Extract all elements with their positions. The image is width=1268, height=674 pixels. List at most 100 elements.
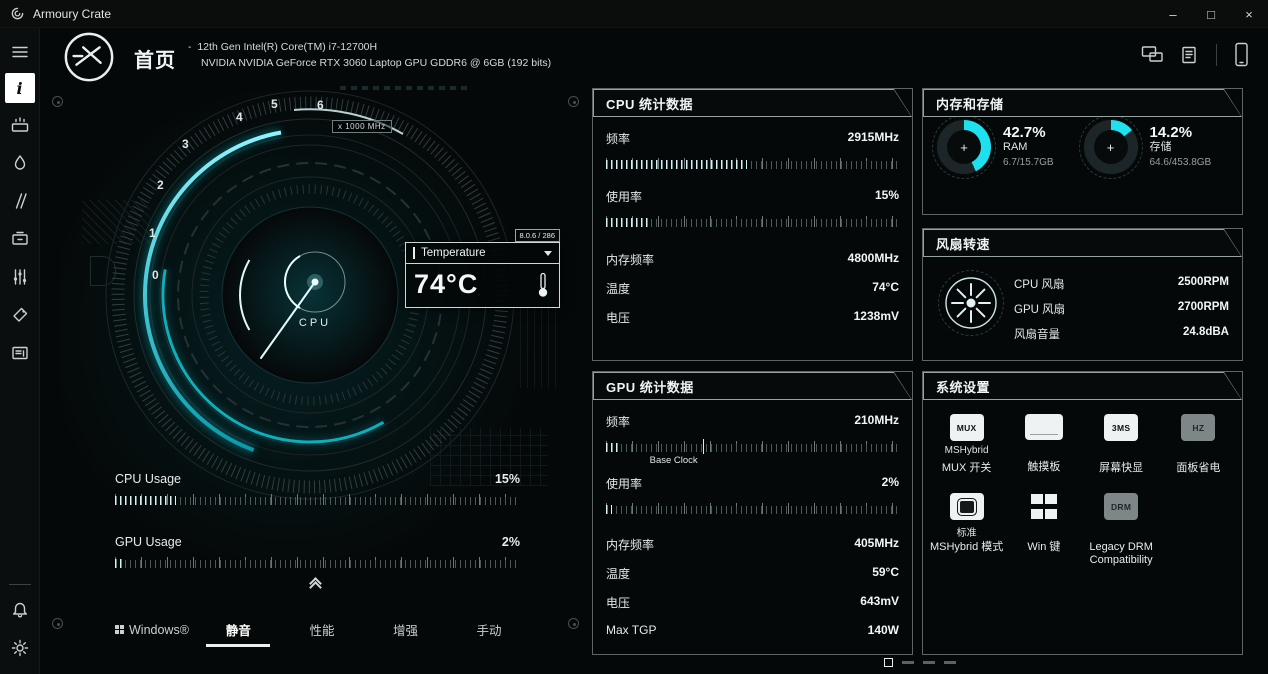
page-dot[interactable] bbox=[923, 661, 935, 664]
device-lighting-icon[interactable] bbox=[3, 108, 37, 141]
app-logo-icon bbox=[11, 7, 24, 20]
cpu-usage-meter: CPU Usage 15% bbox=[115, 472, 520, 505]
mode-turbo[interactable]: 增强 bbox=[369, 614, 441, 647]
cpu-usage-ruler bbox=[115, 494, 520, 505]
cpu-freq-label: 频率 bbox=[606, 132, 631, 146]
corner-target-mark bbox=[52, 96, 63, 107]
macro-keys-icon[interactable] bbox=[1180, 45, 1200, 65]
sidebar-item-home[interactable]: i bbox=[4, 73, 35, 103]
tooltip-metric-select[interactable]: Temperature bbox=[406, 243, 559, 264]
setting-touchpad[interactable]: 触摸板 bbox=[1006, 414, 1081, 475]
gauge-tick-5: 5 bbox=[271, 97, 278, 111]
page-dot-active[interactable] bbox=[884, 658, 893, 667]
news-icon[interactable] bbox=[3, 336, 37, 369]
sidebar: i bbox=[0, 28, 40, 674]
corner-target-mark bbox=[52, 618, 63, 629]
setting-mshybrid-mode[interactable]: 标准 MSHybrid 模式 bbox=[929, 493, 1004, 567]
storage-label: 存储 bbox=[1149, 140, 1172, 153]
device-view-icon[interactable] bbox=[1141, 45, 1164, 65]
gauge-tick-4: 4 bbox=[236, 110, 243, 124]
ram-percent: 42.7% bbox=[1003, 123, 1046, 141]
mode-silent[interactable]: 静音 bbox=[202, 614, 274, 647]
windows-logo-icon bbox=[1027, 493, 1061, 520]
cpu-usage-value: 15% bbox=[494, 472, 520, 486]
performance-mode-bar: Windows® 静音 性能 增强 手动 bbox=[113, 614, 525, 647]
titlebar: Armoury Crate – □ × bbox=[0, 0, 1268, 28]
corner-target-mark bbox=[568, 96, 579, 107]
mobile-device-icon[interactable] bbox=[1233, 42, 1250, 68]
setting-panel-power-saver[interactable]: HZ 面板省电 bbox=[1161, 414, 1236, 475]
gpu-stats-title: GPU 统计数据 bbox=[594, 373, 911, 399]
notifications-icon[interactable] bbox=[3, 593, 37, 626]
setting-panel-overdrive[interactable]: 3MS 屏幕快显 bbox=[1084, 414, 1159, 475]
gauge-tick-6: 6 bbox=[317, 98, 324, 112]
armoury-crate-window: Armoury Crate – □ × i - 12th Gen Intel(R… bbox=[0, 0, 1268, 674]
setting-legacy-drm[interactable]: DRM Legacy DRM Compatibility bbox=[1084, 493, 1159, 567]
ram-label: RAM bbox=[1003, 140, 1028, 153]
collapse-chevron[interactable] bbox=[303, 577, 327, 594]
setting-mux-switch[interactable]: MUX MSHybrid MUX 开关 bbox=[929, 414, 1004, 475]
cpu-info: 12th Gen Intel(R) Core(TM) i7-12700H bbox=[197, 41, 378, 53]
corner-target-mark bbox=[568, 618, 579, 629]
menu-icon[interactable] bbox=[3, 35, 37, 68]
storage-donut-group: + 14.2% 存储 64.6/453.8GB bbox=[1078, 115, 1230, 179]
page-dot[interactable] bbox=[902, 661, 914, 664]
aura-sync-icon[interactable] bbox=[3, 146, 37, 179]
cpu-freq-value: 2915MHz bbox=[847, 130, 899, 144]
memory-storage-panel: 内存和存储 + 42.7% RAM 6.7/15.7GB + 14.2% 存储 bbox=[922, 88, 1243, 215]
thermometer-icon bbox=[538, 272, 548, 297]
mode-windows[interactable]: Windows® bbox=[113, 614, 191, 647]
storage-donut-chart: + bbox=[1083, 120, 1138, 174]
gauge-tooltip: 8.0.6 / 286 Temperature 74°C bbox=[405, 229, 560, 308]
cpu-load-label: 使用率 bbox=[606, 190, 643, 204]
storage-detail: 64.6/453.8GB bbox=[1149, 156, 1212, 168]
settings-gear-icon[interactable] bbox=[3, 631, 37, 664]
ram-detail: 6.7/15.7GB bbox=[1003, 156, 1054, 168]
mux-chip-icon: MUX bbox=[949, 414, 984, 441]
setting-win-key[interactable]: Win 键 bbox=[1006, 493, 1081, 567]
gpu-usage-label: GPU Usage bbox=[115, 535, 182, 549]
system-settings-panel: 系统设置 MUX MSHybrid MUX 开关 触摸板 3MS 屏幕快显 HZ… bbox=[922, 371, 1243, 655]
gauge-tick-2: 2 bbox=[157, 178, 164, 192]
gauge-scale-label: x 1000 MHz bbox=[332, 120, 392, 133]
page-dot[interactable] bbox=[944, 661, 956, 664]
drm-chip-icon: DRM bbox=[1104, 493, 1139, 520]
game-library-icon[interactable] bbox=[3, 222, 37, 255]
system-settings-title: 系统设置 bbox=[924, 373, 1241, 399]
sidebar-divider bbox=[8, 584, 31, 585]
tooltip-meta: 8.0.6 / 286 bbox=[514, 229, 560, 242]
plus-icon: + bbox=[1106, 139, 1115, 155]
base-clock-marker: Base Clock bbox=[649, 455, 698, 466]
close-button[interactable]: × bbox=[1230, 0, 1268, 28]
gauge-tick-3: 3 bbox=[182, 137, 189, 151]
tooltip-title: Temperature bbox=[413, 247, 486, 259]
tooltip-value: 74°C bbox=[414, 269, 479, 299]
storage-percent: 14.2% bbox=[1149, 123, 1193, 141]
minimize-button[interactable]: – bbox=[1154, 0, 1192, 28]
gpu-stats-panel: GPU 统计数据 频率 210MHz Base Clock 使用率 2% 内存频… bbox=[592, 371, 913, 655]
fan-speed-panel: 风扇转速 CPU 风扇 2500RPM GPU 风扇 2700RPM 风扇音量 … bbox=[922, 228, 1243, 361]
tools-icon[interactable] bbox=[3, 298, 37, 331]
ram-donut-group: + 42.7% RAM 6.7/15.7GB bbox=[932, 115, 1083, 179]
ram-donut-chart: + bbox=[937, 120, 991, 174]
cpu-load-ruler bbox=[606, 216, 899, 227]
info-bullet: - bbox=[188, 41, 192, 53]
device-settings-icon[interactable] bbox=[3, 260, 37, 293]
cpu-stats-title: CPU 统计数据 bbox=[594, 90, 911, 116]
app-title: Armoury Crate bbox=[33, 6, 112, 21]
gpu-freq-ruler bbox=[606, 439, 899, 454]
maximize-button[interactable]: □ bbox=[1192, 0, 1230, 28]
memory-storage-title: 内存和存储 bbox=[924, 90, 1241, 116]
cpu-chip-icon bbox=[949, 493, 984, 520]
mode-performance[interactable]: 性能 bbox=[286, 614, 358, 647]
gauge-tick-0: 0 bbox=[152, 268, 159, 282]
mode-manual[interactable]: 手动 bbox=[453, 614, 525, 647]
cpu-stats-panel: CPU 统计数据 频率 2915MHz 使用率 15% 内存频率 4800MHz… bbox=[592, 88, 913, 361]
gpu-usage-ruler bbox=[115, 557, 520, 568]
gpu-freq-label: 频率 bbox=[606, 415, 631, 429]
scenario-profiles-icon[interactable] bbox=[3, 184, 37, 217]
gpu-load-value: 2% bbox=[881, 475, 899, 489]
gauge-tick-1: 1 bbox=[149, 226, 156, 240]
gpu-freq-value: 210MHz bbox=[854, 413, 899, 427]
chevron-down-icon bbox=[544, 250, 552, 256]
